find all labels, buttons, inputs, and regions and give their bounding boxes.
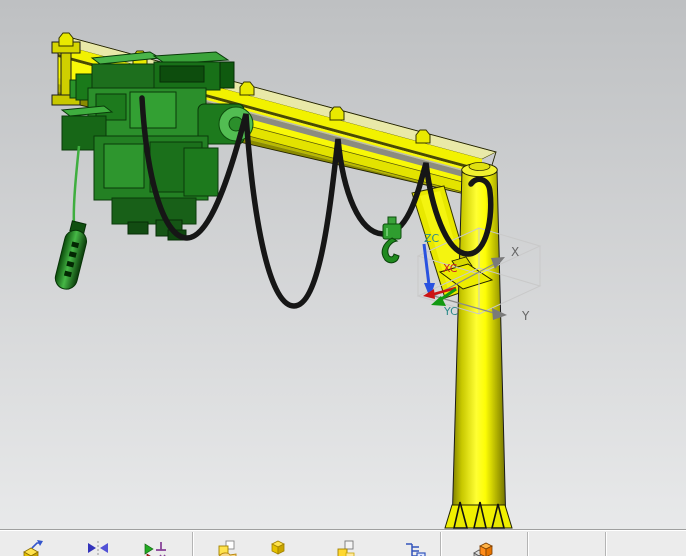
mirror-triangles-button[interactable]	[85, 539, 111, 556]
move-cube-arrow-button[interactable]	[20, 539, 46, 556]
hand-cube-button[interactable]	[214, 539, 240, 556]
toolbar-separator	[192, 532, 193, 556]
mirror-triangles-icon	[88, 541, 108, 556]
perpendicular-constraint-button[interactable]	[143, 539, 169, 556]
cube-pattern-button[interactable]	[265, 539, 291, 556]
structure-tree-button[interactable]	[402, 539, 428, 556]
toolbar-separator	[605, 532, 606, 556]
perpendicular-constraint-icon	[144, 542, 166, 556]
xc-label: XC	[443, 262, 458, 275]
cube-pattern-icon	[271, 540, 285, 555]
toolbar-separator	[440, 532, 441, 556]
hand-cube-icon	[218, 540, 237, 556]
linked-cube-button[interactable]	[471, 539, 497, 556]
stacked-cubes-button[interactable]	[333, 539, 359, 556]
base-gussets	[444, 501, 513, 529]
bottom-toolbar	[0, 529, 686, 556]
move-cube-arrow-icon	[23, 540, 43, 556]
wcs-x-label: X	[511, 245, 519, 259]
structure-tree-icon	[406, 543, 426, 556]
yc-label: YC	[443, 305, 458, 318]
stacked-cubes-icon	[337, 540, 355, 556]
3d-viewport[interactable]: X Y ZC XC YC	[0, 0, 686, 529]
wcs-y-label: Y	[521, 309, 530, 323]
linked-cube-icon	[473, 542, 493, 556]
toolbar-separator	[527, 532, 528, 556]
cad-application-window: X Y ZC XC YC	[0, 0, 686, 556]
zc-label: ZC	[424, 232, 440, 245]
